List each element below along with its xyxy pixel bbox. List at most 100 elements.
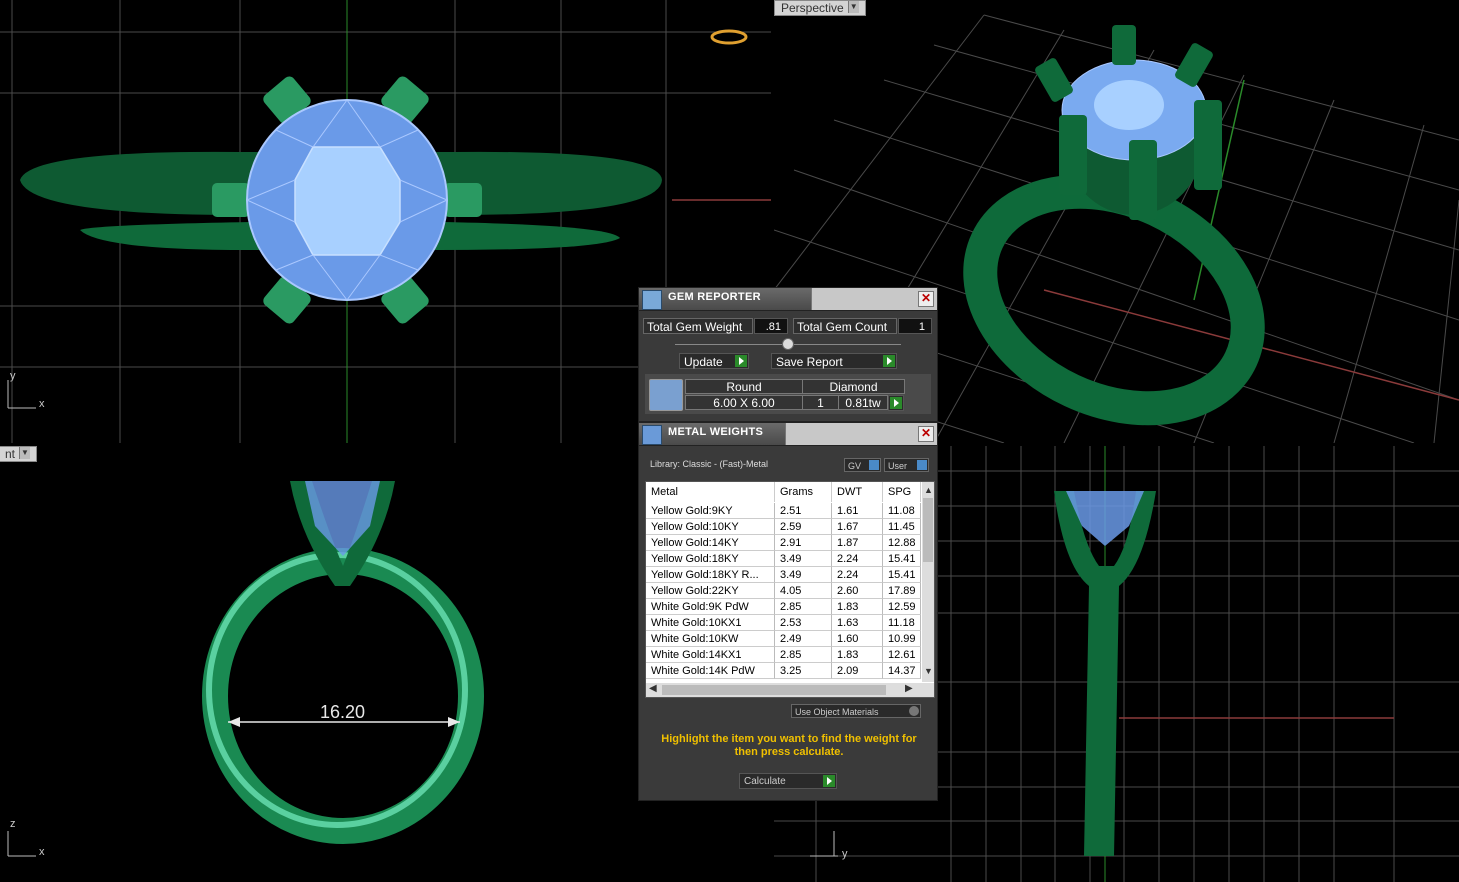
gem-weight: 0.81tw [838,395,888,410]
gem-reporter-panel: GEM REPORTER ✕ Total Gem Weight .81 Tota… [638,287,938,422]
metal-weights-titlebar[interactable]: METAL WEIGHTS ✕ [639,423,937,446]
user-label: User [888,461,908,471]
col-dwt[interactable]: DWT [832,482,883,502]
metal-name-cell: White Gold:14KX1 [646,647,775,663]
table-row[interactable]: Yellow Gold:9KY 2.51 1.61 11.08 [646,503,921,519]
close-icon[interactable]: ✕ [918,291,934,307]
metal-table[interactable]: Metal Grams DWT SPG Yellow Gold:9KY 2.51 1… [645,481,935,698]
splitter-knob-icon[interactable] [782,338,794,350]
gem-row[interactable]: Round Diamond 6.00 X 6.00 1 0.81tw [645,374,931,414]
table-row[interactable]: Yellow Gold:14KY 2.91 1.87 12.88 [646,535,921,551]
table-row[interactable]: White Gold:14K PdW 3.25 2.09 14.37 [646,663,921,679]
col-metal[interactable]: Metal [646,482,775,502]
gem-shape: Round [685,379,803,394]
dwt-cell: 1.83 [832,647,883,663]
scroll-down-icon[interactable]: ▼ [924,666,933,676]
calculate-hint: Highlight the item you want to find the … [661,733,917,758]
spg-cell: 11.45 [883,519,921,535]
save-report-button[interactable]: Save Report [771,353,897,369]
dwt-cell: 1.60 [832,631,883,647]
dwt-cell: 1.87 [832,535,883,551]
metal-name-cell: White Gold:9K PdW [646,599,775,615]
table-row[interactable]: White Gold:9K PdW 2.85 1.83 12.59 [646,599,921,615]
col-spg[interactable]: SPG [883,482,921,502]
metal-weights-icon [642,425,662,445]
table-row[interactable]: Yellow Gold:22KY 4.05 2.60 17.89 [646,583,921,599]
grams-cell: 2.51 [775,503,832,519]
gem-size: 6.00 X 6.00 [685,395,803,410]
table-row[interactable]: Yellow Gold:18KY R... 3.49 2.24 15.41 [646,567,921,583]
close-icon[interactable]: ✕ [918,426,934,442]
gem-reporter-titlebar[interactable]: GEM REPORTER ✕ [639,288,937,311]
grams-cell: 2.53 [775,615,832,631]
spg-cell: 14.37 [883,663,921,679]
table-row[interactable]: Yellow Gold:10KY 2.59 1.67 11.45 [646,519,921,535]
perspective-label: Perspective [781,1,844,15]
toggle-icon [909,706,919,716]
front-axis-z-label: z [10,818,16,830]
metal-name-cell: Yellow Gold:10KY [646,519,775,535]
grams-cell: 3.49 [775,567,832,583]
grams-cell: 4.05 [775,583,832,599]
dwt-cell: 1.63 [832,615,883,631]
total-gem-count-label: Total Gem Count [793,318,897,334]
table-row[interactable]: White Gold:10KW 2.49 1.60 10.99 [646,631,921,647]
front-view-label: nt [5,447,16,461]
dwt-cell: 1.83 [832,599,883,615]
scroll-hthumb[interactable] [662,685,886,695]
toggle-icon [869,460,879,470]
gem-reporter-title: GEM REPORTER [668,291,761,303]
calculate-button[interactable]: Calculate [739,773,837,789]
play-icon [883,355,895,367]
dwt-cell: 1.61 [832,503,883,519]
scroll-up-icon[interactable]: ▲ [924,485,933,495]
dropdown-arrow-icon[interactable]: ▼ [847,1,859,13]
metal-name-cell: Yellow Gold:22KY [646,583,775,599]
metal-name-cell: Yellow Gold:18KY R... [646,567,775,583]
dropdown-arrow-icon[interactable]: ▼ [19,447,31,459]
scroll-right-icon[interactable]: ▶ [905,683,913,694]
vertical-scrollbar[interactable]: ▲ ▼ [922,482,934,682]
update-button[interactable]: Update [679,353,749,369]
scroll-thumb[interactable] [923,498,933,562]
spg-cell: 12.88 [883,535,921,551]
grams-cell: 2.49 [775,631,832,647]
dwt-cell: 1.67 [832,519,883,535]
total-gem-weight-label: Total Gem Weight [643,318,753,334]
grams-cell: 2.85 [775,599,832,615]
right-axis-y-label: y [842,848,848,860]
metal-weights-panel: METAL WEIGHTS ✕ Library: Classic - (Fast… [638,422,938,801]
spg-cell: 15.41 [883,551,921,567]
horizontal-scrollbar[interactable]: ◀ ▶ [646,683,934,697]
use-object-materials-toggle[interactable]: Use Object Materials [791,704,921,718]
table-row[interactable]: Yellow Gold:18KY 3.49 2.24 15.41 [646,551,921,567]
toggle-icon [917,460,927,470]
gv-toggle[interactable]: GV [844,458,881,472]
metal-weights-title: METAL WEIGHTS [668,426,764,438]
perspective-view-tab[interactable]: Perspective ▼ [774,0,866,16]
grams-cell: 2.85 [775,647,832,663]
metal-name-cell: Yellow Gold:14KY [646,535,775,551]
update-label: Update [684,355,723,369]
library-label: Library: Classic - (Fast)-Metal [650,459,769,469]
top-axis-x-label: x [39,398,45,410]
spg-cell: 12.61 [883,647,921,663]
save-report-label: Save Report [776,355,843,369]
metal-name-cell: White Gold:10KW [646,631,775,647]
dwt-cell: 2.60 [832,583,883,599]
spg-cell: 15.41 [883,567,921,583]
grams-cell: 3.25 [775,663,832,679]
user-toggle[interactable]: User [884,458,929,472]
table-row[interactable]: White Gold:10KX1 2.53 1.63 11.18 [646,615,921,631]
table-row[interactable]: White Gold:14KX1 2.85 1.83 12.61 [646,647,921,663]
front-view-tab[interactable]: nt ▼ [0,446,38,462]
gv-label: GV [848,461,862,471]
total-gem-count-value: 1 [898,318,932,334]
metal-name-cell: Yellow Gold:18KY [646,551,775,567]
total-gem-weight-value: .81 [754,318,788,334]
col-grams[interactable]: Grams [775,482,832,502]
calculate-label: Calculate [744,776,786,787]
scroll-left-icon[interactable]: ◀ [649,683,657,694]
gem-go-button[interactable] [888,395,904,411]
spg-cell: 11.18 [883,615,921,631]
